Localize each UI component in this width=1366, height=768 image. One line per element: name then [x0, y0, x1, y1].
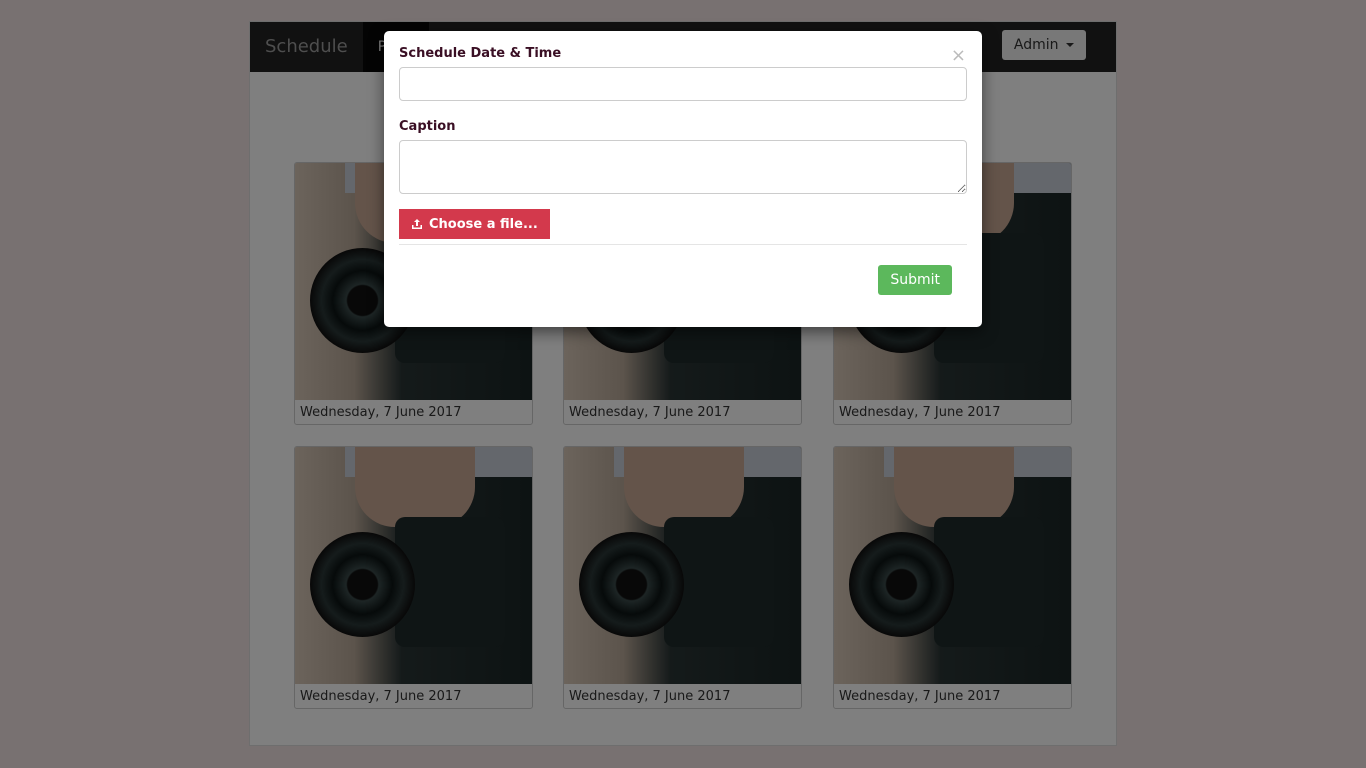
choose-file-button[interactable]: Choose a file...: [399, 209, 550, 239]
caption-label: Caption: [399, 119, 456, 134]
upload-icon: [412, 219, 422, 229]
close-icon[interactable]: ×: [951, 47, 966, 65]
datetime-label: Schedule Date & Time: [399, 46, 562, 61]
choose-file-label: Choose a file...: [429, 216, 538, 232]
divider: [399, 244, 967, 245]
datetime-input[interactable]: [399, 67, 967, 101]
schedule-modal: × Schedule Date & Time Caption Choose a …: [384, 31, 982, 327]
submit-button[interactable]: Submit: [878, 265, 952, 295]
caption-textarea[interactable]: [399, 140, 967, 194]
